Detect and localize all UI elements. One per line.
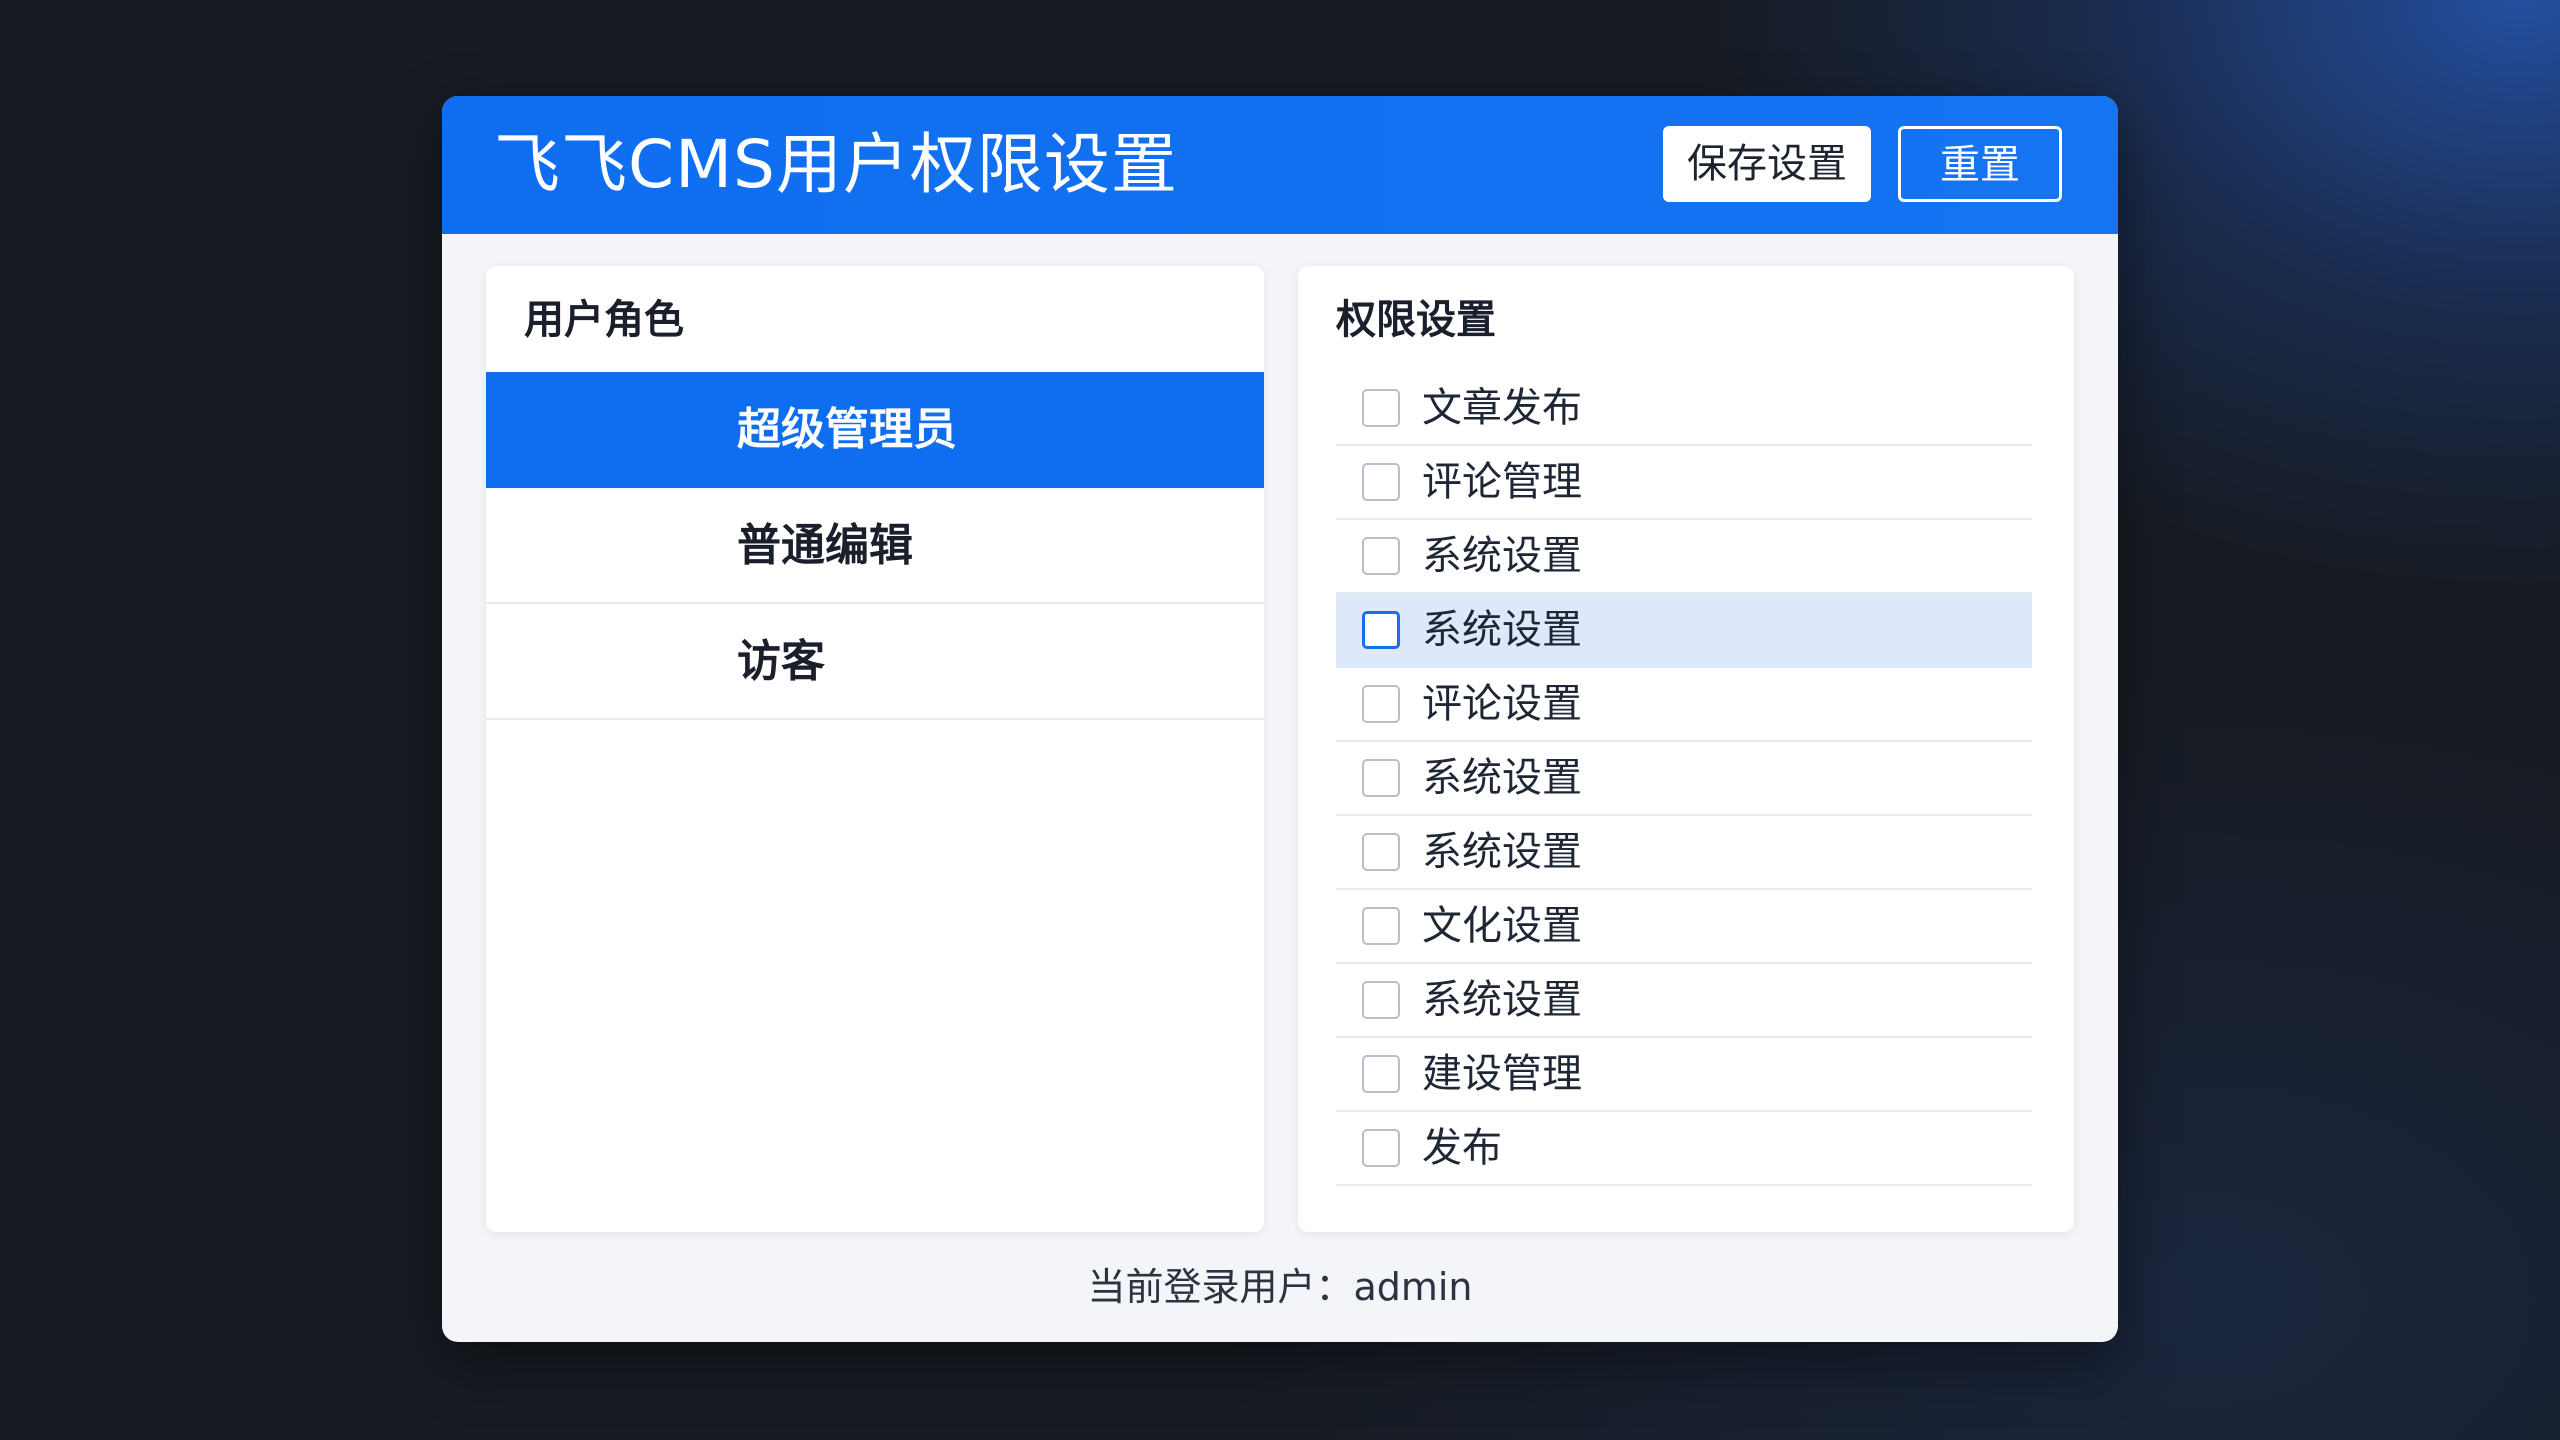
permission-label: 系统设置 (1422, 829, 1582, 875)
permission-item[interactable]: 文化设置 (1336, 890, 2032, 964)
current-user-status: 当前登录用户：admin (1087, 1265, 1473, 1309)
permission-label: 文化设置 (1422, 903, 1582, 949)
permission-item[interactable]: 系统设置 (1336, 520, 2032, 594)
permission-item[interactable]: 系统设置 (1336, 964, 2032, 1038)
permission-item[interactable]: 评论设置 (1336, 668, 2032, 742)
permission-checkbox[interactable] (1362, 981, 1400, 1019)
permission-label: 系统设置 (1422, 607, 1582, 653)
role-item-super-admin[interactable]: 超级管理员 (486, 372, 1264, 488)
permission-checkbox[interactable] (1362, 1129, 1400, 1167)
reset-button[interactable]: 重置 (1898, 126, 2062, 202)
permission-checkbox[interactable] (1362, 537, 1400, 575)
permission-label: 系统设置 (1422, 755, 1582, 801)
permission-list: 文章发布 评论管理 系统设置 系统设置 评论设置 系统设置 系统设置 文化设置 … (1336, 372, 2032, 1186)
permission-checkbox[interactable] (1362, 685, 1400, 723)
permission-checkbox[interactable] (1362, 1055, 1400, 1093)
permission-label: 发布 (1422, 1125, 1502, 1171)
permission-label: 文章发布 (1422, 385, 1582, 431)
permissions-title: 权限设置 (1336, 297, 1496, 343)
permission-checkbox[interactable] (1362, 907, 1400, 945)
permission-label: 评论管理 (1422, 459, 1582, 505)
role-item-guest[interactable]: 访客 (486, 604, 1264, 720)
permissions-panel: 权限设置 文章发布 评论管理 系统设置 系统设置 评论设置 系统设置 系统设置 … (1298, 266, 2074, 1232)
save-settings-button[interactable]: 保存设置 (1663, 126, 1871, 202)
role-list: 超级管理员 普通编辑 访客 (486, 372, 1264, 720)
user-roles-title: 用户角色 (524, 297, 684, 343)
permission-label: 评论设置 (1422, 681, 1582, 727)
permissions-window: 飞飞CMS用户权限设置 保存设置 重置 用户角色 超级管理员 普通编辑 访客 权… (442, 96, 2118, 1342)
permission-checkbox[interactable] (1362, 611, 1400, 649)
permission-label: 系统设置 (1422, 533, 1582, 579)
page-title: 飞飞CMS用户权限设置 (494, 126, 1178, 203)
permission-checkbox[interactable] (1362, 833, 1400, 871)
permission-item-highlighted[interactable]: 系统设置 (1336, 594, 2032, 668)
user-roles-panel: 用户角色 超级管理员 普通编辑 访客 (486, 266, 1264, 1232)
permission-checkbox[interactable] (1362, 759, 1400, 797)
permission-item[interactable]: 文章发布 (1336, 372, 2032, 446)
permission-label: 系统设置 (1422, 977, 1582, 1023)
permission-item[interactable]: 系统设置 (1336, 742, 2032, 816)
permission-item[interactable]: 建设管理 (1336, 1038, 2032, 1112)
permission-item[interactable]: 评论管理 (1336, 446, 2032, 520)
permission-item[interactable]: 系统设置 (1336, 816, 2032, 890)
permission-checkbox[interactable] (1362, 389, 1400, 427)
header-bar: 飞飞CMS用户权限设置 保存设置 重置 (442, 96, 2118, 234)
role-item-editor[interactable]: 普通编辑 (486, 488, 1264, 604)
permission-label: 建设管理 (1422, 1051, 1582, 1097)
permission-item[interactable]: 发布 (1336, 1112, 2032, 1186)
permission-checkbox[interactable] (1362, 463, 1400, 501)
